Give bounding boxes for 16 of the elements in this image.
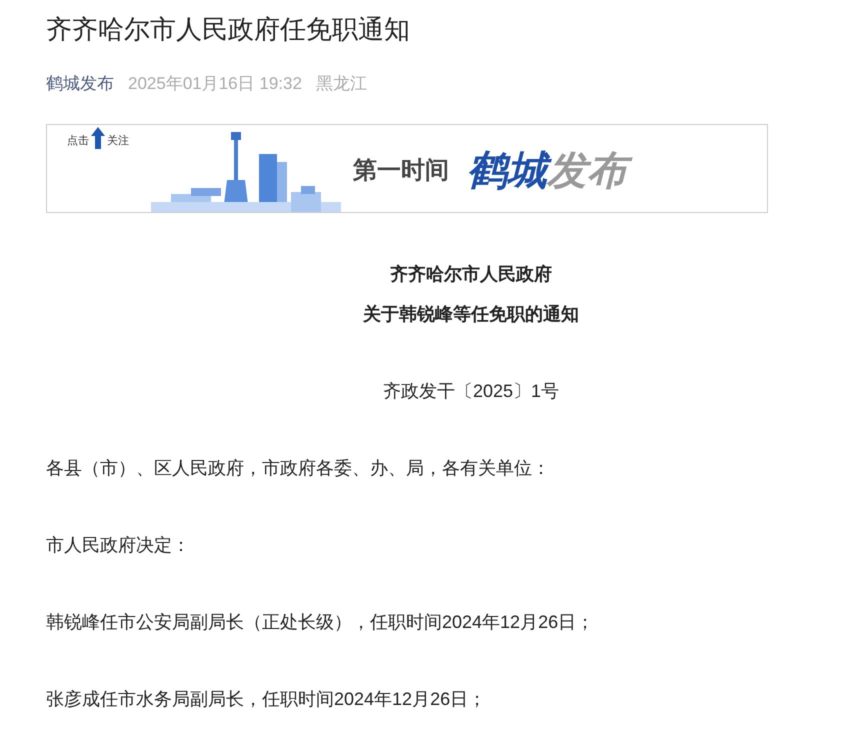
banner-slogan: 第一时间 <box>353 156 449 186</box>
banner-brand: 鹤城发布 <box>463 143 637 199</box>
article-title: 齐齐哈尔市人民政府任免职通知 <box>46 13 411 46</box>
document-paragraph: 各县（市）、区人民政府，市政府各委、办、局，各有关单位： <box>46 457 551 480</box>
document-paragraph: 市人民政府决定： <box>46 534 191 557</box>
region-label: 黑龙江 <box>316 73 367 95</box>
document-heading: 关于韩锐峰等任免职的通知 <box>362 303 580 326</box>
document-paragraph: 韩锐峰任市公安局副局长（正处长级），任职时间2024年12月26日； <box>46 611 596 634</box>
document-heading: 齐齐哈尔市人民政府 <box>389 263 553 286</box>
publish-time: 2025年01月16日 19:32 <box>128 73 302 95</box>
document-paragraph: 张彦成任市水务局副局长，任职时间2024年12月26日； <box>46 688 488 711</box>
up-arrow-icon <box>91 127 105 149</box>
source-link[interactable]: 鹤城发布 <box>46 72 114 96</box>
follow-hint: 关注 <box>107 134 129 148</box>
follow-hint: 点击 <box>67 134 89 148</box>
document-number: 齐政发干〔2025〕1号 <box>382 380 560 403</box>
